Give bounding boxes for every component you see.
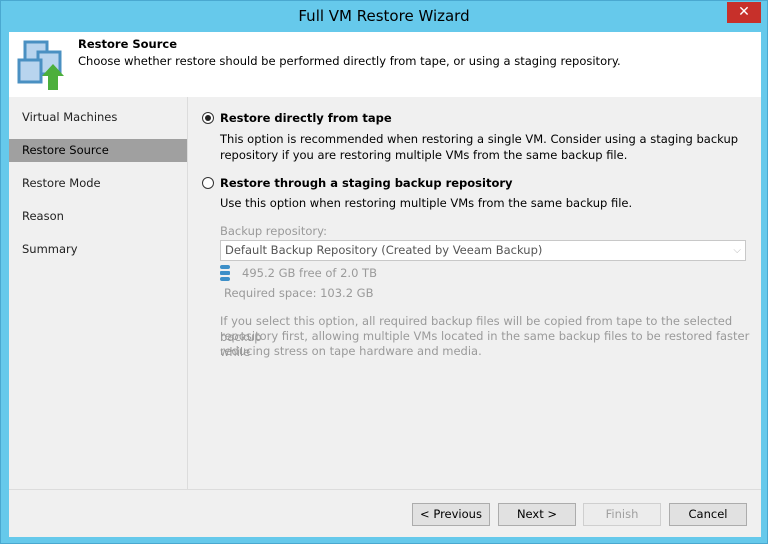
footer: < Previous Next > Finish Cancel bbox=[9, 489, 761, 537]
repo-value: Default Backup Repository (Created by Ve… bbox=[225, 243, 543, 257]
step-reason[interactable]: Reason bbox=[9, 205, 187, 228]
window-title: Full VM Restore Wizard bbox=[298, 7, 470, 25]
step-restore-source[interactable]: Restore Source bbox=[9, 139, 187, 162]
chevron-down-icon: ⌵ bbox=[733, 245, 741, 256]
next-button[interactable]: Next > bbox=[498, 503, 576, 526]
page-description: Choose whether restore should be perform… bbox=[78, 54, 621, 68]
radio-label: Restore directly from tape bbox=[220, 111, 392, 125]
step-virtual-machines[interactable]: Virtual Machines bbox=[9, 106, 187, 129]
step-summary[interactable]: Summary bbox=[9, 238, 187, 261]
step-restore-mode[interactable]: Restore Mode bbox=[9, 172, 187, 195]
direct-desc-1: This option is recommended when restorin… bbox=[220, 132, 739, 146]
previous-button[interactable]: < Previous bbox=[412, 503, 490, 526]
staging-desc: Use this option when restoring multiple … bbox=[220, 196, 633, 210]
repo-select[interactable]: Default Backup Repository (Created by Ve… bbox=[220, 240, 746, 261]
wizard-steps: Virtual Machines Restore Source Restore … bbox=[9, 97, 188, 489]
header: Restore Source Choose whether restore sh… bbox=[9, 32, 761, 97]
radio-label: Restore through a staging backup reposit… bbox=[220, 176, 513, 190]
wizard-window: Full VM Restore Wizard ✕ Restore Source … bbox=[0, 0, 768, 544]
direct-desc-2: repository if you are restoring multiple… bbox=[220, 148, 628, 162]
repo-label: Backup repository: bbox=[220, 224, 327, 238]
required-space: Required space: 103.2 GB bbox=[224, 286, 374, 300]
radio-restore-direct[interactable]: Restore directly from tape bbox=[202, 111, 392, 125]
radio-restore-staging[interactable]: Restore through a staging backup reposit… bbox=[202, 176, 513, 190]
staging-note-3: reducing stress on tape hardware and med… bbox=[220, 344, 482, 358]
database-icon bbox=[220, 265, 230, 281]
cancel-button[interactable]: Cancel bbox=[669, 503, 747, 526]
finish-button[interactable]: Finish bbox=[583, 503, 661, 526]
close-button[interactable]: ✕ bbox=[727, 2, 761, 23]
restore-vm-icon bbox=[17, 40, 64, 90]
repo-free-space: 495.2 GB free of 2.0 TB bbox=[242, 266, 377, 280]
page-title: Restore Source bbox=[78, 37, 178, 51]
